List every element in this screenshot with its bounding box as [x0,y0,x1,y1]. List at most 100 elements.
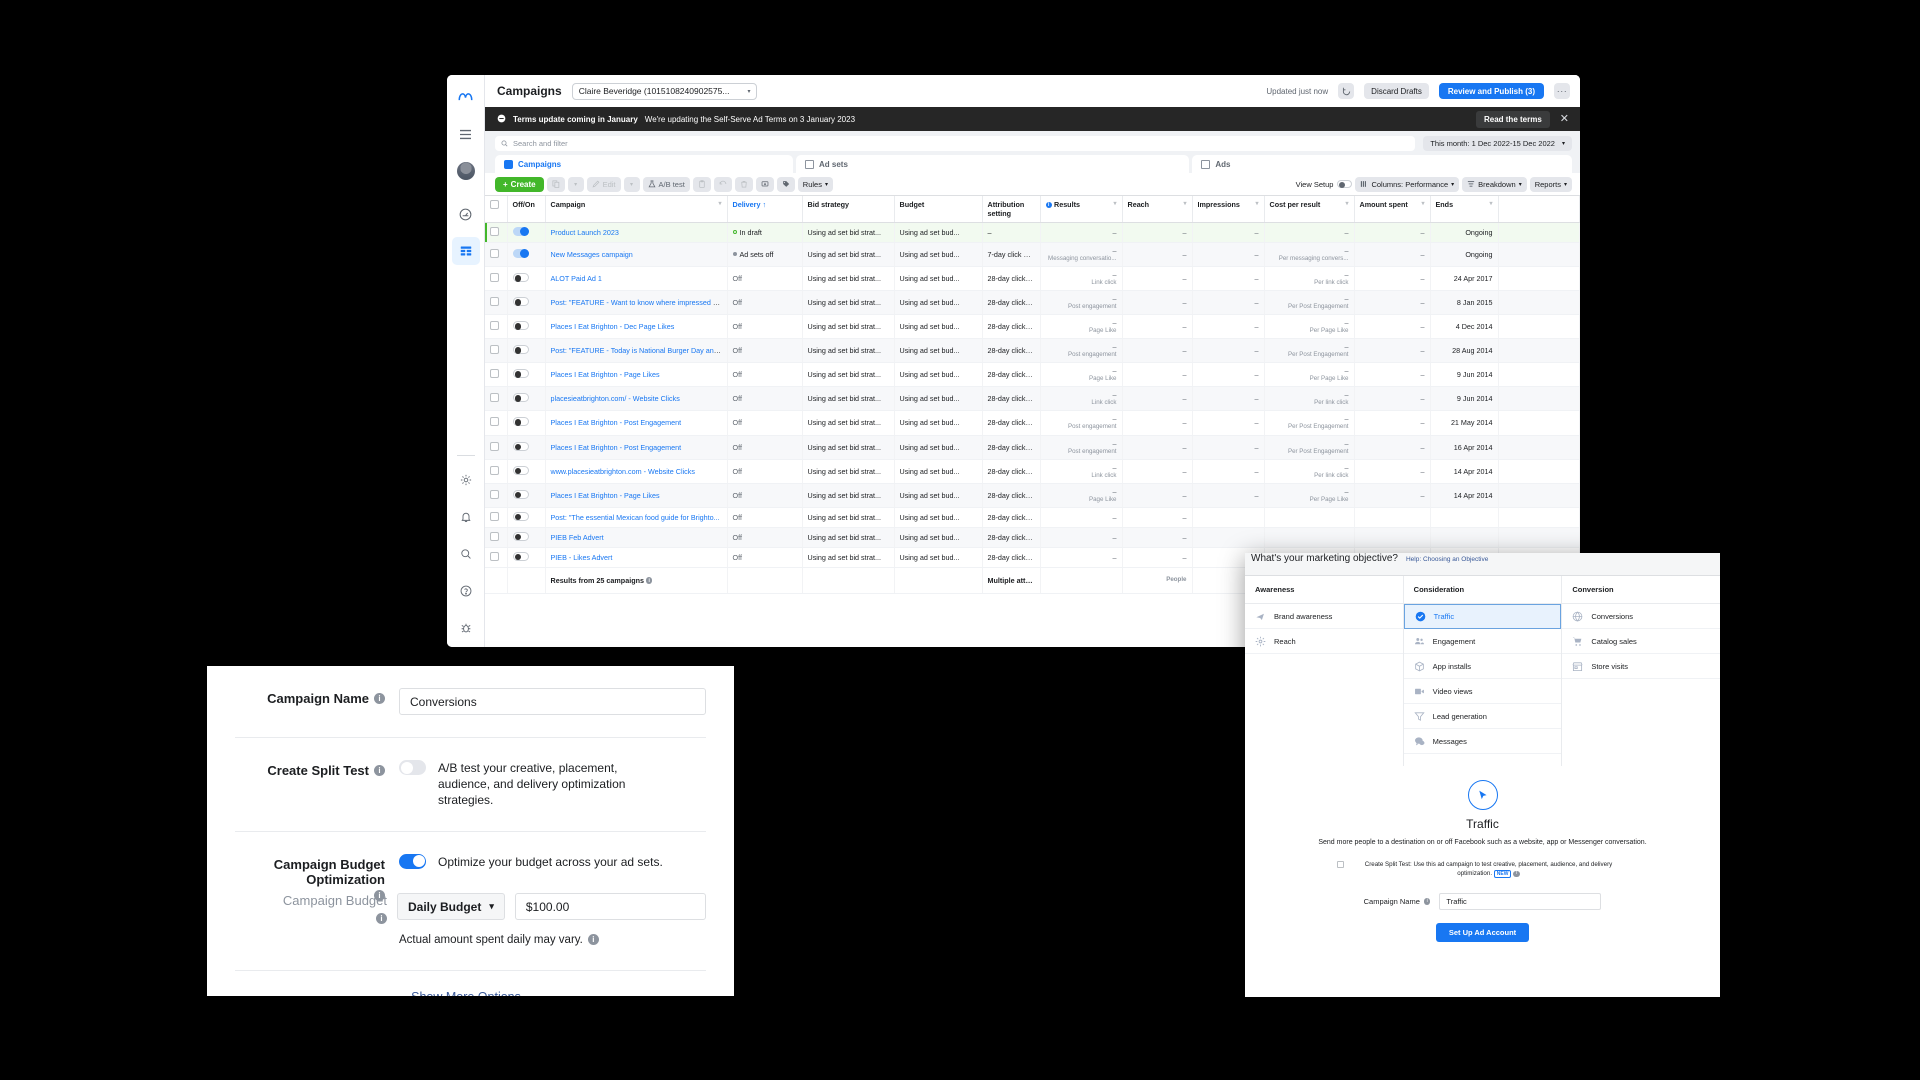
row-checkbox-cell[interactable] [485,222,508,243]
table-row[interactable]: Places I Eat Brighton - Page Likes Off Usi… [485,483,1580,508]
duplicate-button[interactable] [546,176,565,192]
table-row[interactable]: Post: "FEATURE - Want to know where impr… [485,290,1580,316]
info-icon[interactable]: i [374,693,385,704]
objective-item-messages[interactable]: Messages [1403,729,1562,754]
row-toggle-cell[interactable] [507,435,546,460]
meta-logo-icon[interactable] [452,83,480,111]
th-bid-strategy[interactable]: Bid strategy [802,196,895,223]
row-onoff-toggle[interactable] [512,249,529,259]
tab-campaigns[interactable]: Campaigns [495,155,793,173]
info-icon[interactable]: i [376,912,387,924]
show-more-options[interactable]: Show More Options ▾ [235,969,706,996]
gear-icon[interactable] [452,466,480,494]
undo-button[interactable] [713,176,732,192]
row-campaign-name[interactable]: Post: "The essential Mexican food guide … [545,507,728,528]
row-campaign-name[interactable]: Places I Eat Brighton - Page Likes [545,483,728,508]
row-checkbox-cell[interactable] [485,483,508,508]
row-checkbox-cell[interactable] [485,266,508,292]
row-checkbox[interactable] [490,369,499,379]
more-options-button[interactable]: ··· [1554,83,1570,99]
row-toggle-cell[interactable] [507,483,546,508]
cbo-toggle[interactable] [399,853,426,869]
row-toggle-cell[interactable] [507,222,546,243]
table-row[interactable]: Product Launch 2023 In draft Using ad set … [485,222,1580,243]
view-setup-toggle[interactable]: View Setup [1296,180,1353,189]
th-reach[interactable]: Reach ▾ [1122,196,1193,223]
table-row[interactable]: placesieatbrighton.com/ - Website Clicks… [485,386,1580,412]
avatar[interactable] [452,157,480,185]
row-campaign-name[interactable]: PIEB Feb Advert [545,527,728,548]
duplicate-caret-button[interactable]: ▾ [567,176,584,192]
objective-item-reach[interactable]: Reach [1245,629,1403,654]
row-checkbox-cell[interactable] [485,410,508,436]
row-campaign-name[interactable]: Places I Eat Brighton - Dec Page Likes [545,314,728,340]
reports-button[interactable]: Reports ▾ [1529,176,1572,192]
row-onoff-toggle[interactable] [512,531,529,541]
row-onoff-toggle[interactable] [512,417,529,427]
export-button[interactable] [755,176,774,192]
objective-help-link[interactable]: Help: Choosing an Objective [1406,556,1488,563]
row-checkbox-cell[interactable] [485,314,508,340]
th-attribution[interactable]: Attribution setting [982,196,1041,223]
row-toggle-cell[interactable] [507,527,546,548]
row-toggle-cell[interactable] [507,459,546,484]
split-test-checkbox[interactable] [1336,861,1344,869]
row-checkbox-cell[interactable] [485,242,508,268]
table-row[interactable]: PIEB Feb Advert Off Using ad set bid strat… [485,527,1580,548]
row-onoff-toggle[interactable] [512,273,529,283]
table-icon[interactable] [451,237,480,265]
objective-item-lead-generation[interactable]: Lead generation [1403,704,1562,729]
row-onoff-toggle[interactable] [512,345,529,355]
objective-item-video-views[interactable]: Video views [1403,679,1562,704]
row-checkbox[interactable] [490,273,499,283]
row-onoff-toggle[interactable] [512,297,529,307]
columns-button[interactable]: Columns: Performance ▾ [1355,176,1460,192]
tab-adsets[interactable]: Ad sets [796,155,1190,173]
row-campaign-name[interactable]: placesieatbrighton.com/ - Website Clicks [545,386,728,412]
create-button[interactable]: + Create [495,176,544,192]
search-input[interactable]: Search and filter [495,135,1416,151]
row-checkbox[interactable] [490,345,499,355]
th-results[interactable]: i Results ▾ [1040,196,1123,223]
table-row[interactable]: Post: "FEATURE - Today is National Burge… [485,338,1580,364]
row-checkbox-cell[interactable] [485,362,508,388]
row-campaign-name[interactable]: Post: "FEATURE - Today is National Burge… [545,338,728,364]
row-checkbox[interactable] [490,511,499,521]
table-row[interactable]: Places I Eat Brighton - Post Engagement O… [485,435,1580,460]
objective-item-app-installs[interactable]: App installs [1403,654,1562,679]
row-onoff-toggle[interactable] [512,393,529,403]
row-onoff-toggle[interactable] [512,489,529,499]
select-all-header[interactable] [485,196,508,223]
close-icon[interactable]: ✕ [1557,113,1572,125]
objective-item-brand-awareness[interactable]: Brand awareness [1245,604,1403,629]
th-ends[interactable]: Ends ▾ [1430,196,1499,223]
budget-type-select[interactable]: Daily Budget ▾ [397,893,505,921]
row-campaign-name[interactable]: Product Launch 2023 [545,222,728,243]
th-amount-spent[interactable]: Amount spent ▾ [1354,196,1431,223]
bug-icon[interactable] [452,614,480,642]
th-budget[interactable]: Budget [894,196,983,223]
row-onoff-toggle[interactable] [512,441,529,451]
row-onoff-toggle[interactable] [512,465,529,475]
row-campaign-name[interactable]: New Messages campaign [545,242,728,268]
info-icon[interactable]: i [374,765,385,776]
discard-drafts-button[interactable]: Discard Drafts [1364,83,1429,99]
table-row[interactable]: Places I Eat Brighton - Dec Page Likes Of… [485,314,1580,340]
refresh-icon[interactable] [1338,83,1355,99]
row-checkbox-cell[interactable] [485,547,508,568]
help-icon[interactable] [452,577,480,605]
row-checkbox-cell[interactable] [485,459,508,484]
table-row[interactable]: www.placesieatbrighton.com - Website Cli… [485,459,1580,484]
bell-icon[interactable] [452,503,480,531]
row-checkbox[interactable] [490,321,499,331]
table-row[interactable]: ALOT Paid Ad 1 Off Using ad set bid strat.… [485,266,1580,292]
ad-account-select[interactable]: Claire Beveridge (1015108240902575... ▾ [571,82,758,100]
edit-button[interactable]: Edit [586,176,621,192]
info-icon[interactable]: i [645,577,653,584]
info-icon[interactable]: i [1513,870,1520,878]
analytics-icon[interactable] [452,200,480,228]
th-delivery[interactable]: Delivery ↑ [727,196,803,223]
row-campaign-name[interactable]: ALOT Paid Ad 1 [545,266,728,292]
th-cost-per-result[interactable]: Cost per result ▾ [1264,196,1355,223]
row-toggle-cell[interactable] [507,314,546,340]
